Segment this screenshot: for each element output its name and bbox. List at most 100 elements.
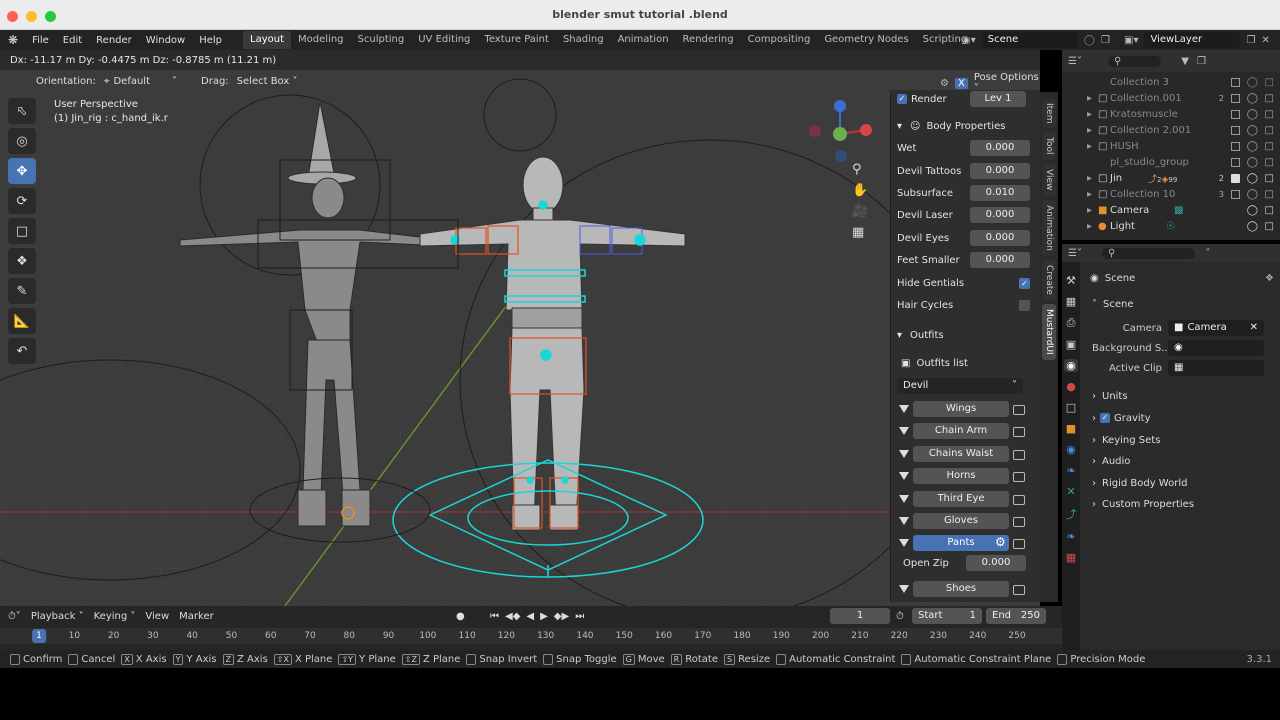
open-zip-value[interactable]: 0.000 xyxy=(966,555,1026,571)
eye-icon[interactable]: ◯ xyxy=(1247,77,1258,88)
menu-help[interactable]: Help xyxy=(192,35,229,46)
camera-render-icon[interactable]: □ xyxy=(1265,157,1274,168)
remove-viewlayer-icon[interactable]: ✕ xyxy=(1261,35,1269,46)
panel-custom-properties[interactable]: › Custom Properties xyxy=(1092,494,1280,514)
tab-rendering[interactable]: Rendering xyxy=(676,31,741,49)
outliner-row-pl-studio-group[interactable]: pl_studio_group ◯ □ xyxy=(1062,154,1280,170)
eye-icon[interactable]: ◯ xyxy=(1247,141,1258,152)
playback-menu[interactable]: Playback ˅ xyxy=(31,611,84,622)
gravity-checkbox[interactable]: ✓ xyxy=(1100,413,1110,423)
devil-laser-value[interactable]: 0.000 xyxy=(970,207,1030,223)
cursor-tool-icon[interactable]: ◎ xyxy=(8,128,36,154)
outliner-row-collection-3[interactable]: Collection 3 ◯ □ xyxy=(1062,74,1280,90)
third-eye-button[interactable]: Third Eye xyxy=(913,491,1009,507)
shoes-button[interactable]: Shoes xyxy=(913,581,1009,597)
search-icon[interactable]: ⚲ xyxy=(1101,247,1196,259)
devil-eyes-value[interactable]: 0.000 xyxy=(970,230,1030,246)
outliner-row-light[interactable]: ▸ ● Light ☉ ◯ □ xyxy=(1062,218,1280,234)
devil-tattoos-value[interactable]: 0.000 xyxy=(970,163,1030,179)
tab-modeling[interactable]: Modeling xyxy=(291,31,351,49)
rotate-tool-icon[interactable]: ⟳ xyxy=(8,188,36,214)
eye-icon[interactable]: ◯ xyxy=(1247,125,1258,136)
camera-render-icon[interactable]: □ xyxy=(1265,141,1274,152)
subsurface-value[interactable]: 0.010 xyxy=(970,185,1030,201)
hair-cycles-checkbox[interactable] xyxy=(1019,299,1030,311)
camera-render-icon[interactable]: □ xyxy=(1265,77,1274,88)
object-data-tab-icon[interactable]: ✕ xyxy=(1066,485,1075,498)
checkbox-checked-icon[interactable] xyxy=(1231,173,1240,183)
viewlayer-icon[interactable]: ▣▾ xyxy=(1124,35,1138,46)
panel-gravity[interactable]: › ✓ Gravity xyxy=(1092,408,1280,428)
x-mirror-badge[interactable]: X xyxy=(954,77,968,89)
zoom-icon[interactable]: ⚲ xyxy=(852,162,868,177)
orientation-dropdown[interactable]: ⌖ Default ˅ xyxy=(104,76,177,87)
physics-tab-icon[interactable]: ◉ xyxy=(1066,443,1076,456)
constraints-tab-icon[interactable]: ❧ xyxy=(1066,464,1075,477)
checkbox-icon[interactable] xyxy=(1231,109,1240,119)
marker-menu[interactable]: Marker xyxy=(179,611,214,622)
lev-field[interactable]: Lev 1 xyxy=(970,91,1026,107)
outfit-dropdown[interactable]: Devil ˅ xyxy=(897,378,1023,394)
tab-uv-editing[interactable]: UV Editing xyxy=(411,31,477,49)
texture-tab-icon[interactable]: ▦ xyxy=(1066,551,1076,564)
checkbox-icon[interactable] xyxy=(1231,157,1240,167)
outfits-header[interactable]: ▾ Outfits xyxy=(897,326,1034,344)
lock-icon[interactable] xyxy=(1013,495,1025,505)
lock-icon[interactable] xyxy=(1013,539,1025,549)
search-icon[interactable]: ⚲ xyxy=(1107,55,1162,67)
wings-button[interactable]: Wings xyxy=(913,401,1009,417)
camera-render-icon[interactable]: □ xyxy=(1265,205,1274,216)
annotate-tool-icon[interactable]: ✎ xyxy=(8,278,36,304)
eye-icon[interactable]: ◯ xyxy=(1247,173,1258,184)
tab-layout[interactable]: Layout xyxy=(243,31,292,49)
close-window-button[interactable] xyxy=(7,11,18,22)
view-layer-tab-icon[interactable]: ▣ xyxy=(1066,338,1076,351)
play-icon[interactable]: ▶ xyxy=(540,611,548,622)
collection-tab-icon[interactable]: □ xyxy=(1066,401,1076,414)
mirror-icon[interactable]: ⚙ xyxy=(940,78,949,89)
properties-type-icon[interactable]: ☰˅ xyxy=(1068,248,1082,259)
prev-keyframe-icon[interactable]: ◀◆ xyxy=(505,611,520,622)
pin-icon[interactable]: ◯ xyxy=(1084,35,1095,46)
tool-tab-icon[interactable]: ⚒ xyxy=(1066,274,1076,287)
wet-value[interactable]: 0.000 xyxy=(970,140,1030,156)
keying-menu[interactable]: Keying ˅ xyxy=(94,611,136,622)
menu-render[interactable]: Render xyxy=(89,35,139,46)
panel-units[interactable]: › Units xyxy=(1092,386,1280,406)
pin-icon[interactable]: ❖ xyxy=(1265,273,1274,284)
checkbox-icon[interactable] xyxy=(1231,77,1240,87)
tab-item[interactable]: Item xyxy=(1042,98,1056,128)
outliner-row-collection-10[interactable]: ▸ □ Collection 10 3 ◯ □ xyxy=(1062,186,1280,202)
menu-file[interactable]: File xyxy=(25,35,56,46)
select-box-tool-icon[interactable]: ⬁ xyxy=(8,98,36,124)
lock-icon[interactable] xyxy=(1013,585,1025,595)
outliner-row-collection-001[interactable]: ▸ □ Collection.001 2 ◯ □ xyxy=(1062,90,1280,106)
new-collection-icon[interactable]: ❐ xyxy=(1197,56,1206,67)
filter-icon[interactable]: ▼ xyxy=(1181,56,1189,67)
checkbox-icon[interactable] xyxy=(1231,141,1240,151)
eye-icon[interactable]: ◯ xyxy=(1247,221,1258,232)
measure-tool-icon[interactable]: 📐 xyxy=(8,308,36,334)
transform-tool-icon[interactable]: ❖ xyxy=(8,248,36,274)
camera-render-icon[interactable]: □ xyxy=(1265,125,1274,136)
pan-hand-icon[interactable]: ✋ xyxy=(852,183,868,198)
gear-icon[interactable]: ⚙ xyxy=(995,535,1006,549)
active-clip-field[interactable]: ▦ xyxy=(1168,360,1264,376)
jump-end-icon[interactable]: ⏭ xyxy=(575,611,584,622)
checkbox-icon[interactable] xyxy=(1231,189,1240,199)
render-tab-icon[interactable]: ▦ xyxy=(1066,295,1076,308)
output-tab-icon[interactable]: ⎙ xyxy=(1067,316,1076,330)
lock-icon[interactable] xyxy=(1013,450,1025,460)
tab-tool[interactable]: Tool xyxy=(1042,132,1056,160)
outliner-row-jin[interactable]: ▸ □ Jin ⤴2◈99 2 ◯ □ xyxy=(1062,170,1280,186)
camera-view-icon[interactable]: 🎥 xyxy=(852,204,868,219)
play-reverse-icon[interactable]: ◀ xyxy=(526,611,534,622)
chain-arm-button[interactable]: Chain Arm xyxy=(913,423,1009,439)
menu-edit[interactable]: Edit xyxy=(56,35,89,46)
chains-waist-button[interactable]: Chains Waist xyxy=(913,446,1009,462)
world-tab-icon[interactable]: ● xyxy=(1066,380,1076,393)
tab-shading[interactable]: Shading xyxy=(556,31,611,49)
outliner-row-hush[interactable]: ▸ □ HUSH ◯ □ xyxy=(1062,138,1280,154)
timeline-ruler[interactable]: 1 10 20 30 40 50 60 70 80 90 100 110 120 130 140 150 160… xyxy=(0,628,1062,644)
view-menu[interactable]: View xyxy=(145,611,169,622)
